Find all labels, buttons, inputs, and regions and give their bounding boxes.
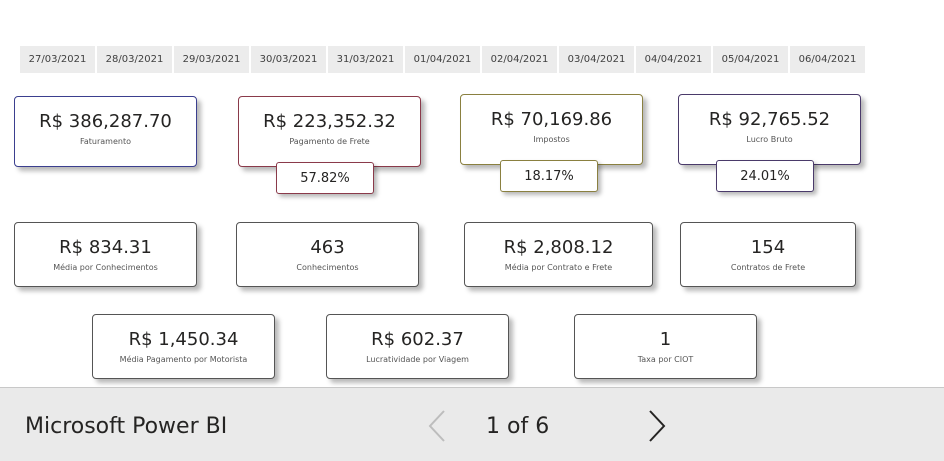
kpi-card-conhecimentos: 463 Conhecimentos — [236, 222, 419, 287]
chevron-left-icon — [428, 410, 445, 442]
kpi-label: Lucro Bruto — [746, 134, 793, 144]
date-chip[interactable]: 31/03/2021 — [328, 46, 403, 73]
kpi-value: R$ 602.37 — [371, 329, 464, 351]
kpi-card-media-pagamento-motorista: R$ 1,450.34 Média Pagamento por Motorist… — [92, 314, 275, 379]
kpi-label: Média Pagamento por Motorista — [119, 354, 248, 364]
date-chip[interactable]: 04/04/2021 — [636, 46, 711, 73]
kpi-card-contratos-frete: 154 Contratos de Frete — [680, 222, 856, 287]
date-slicer: 27/03/2021 28/03/2021 29/03/2021 30/03/2021… — [20, 46, 865, 73]
kpi-card-taxa-ciot: 1 Taxa por CIOT — [574, 314, 757, 379]
kpi-value: R$ 834.31 — [59, 237, 152, 259]
next-page-button[interactable] — [642, 408, 672, 444]
kpi-card-media-contrato-frete: R$ 2,808.12 Média por Contrato e Frete — [464, 222, 653, 287]
kpi-label: Faturamento — [80, 136, 131, 146]
date-chip[interactable]: 03/04/2021 — [559, 46, 634, 73]
kpi-label: Contratos de Frete — [730, 262, 806, 272]
date-chip[interactable]: 28/03/2021 — [97, 46, 172, 73]
kpi-card-media-conhecimentos: R$ 834.31 Média por Conhecimentos — [14, 222, 197, 287]
percent-badge-impostos: 18.17% — [500, 160, 598, 192]
percent-badge-pagamento-frete: 57.82% — [276, 162, 374, 194]
kpi-value: 1 — [659, 329, 672, 351]
previous-page-button[interactable] — [422, 408, 452, 444]
kpi-value: 463 — [310, 237, 345, 259]
brand-label: Microsoft Power BI — [25, 414, 228, 439]
kpi-label: Impostos — [533, 134, 570, 144]
kpi-label: Lucratividade por Viagem — [366, 354, 469, 364]
kpi-label: Pagamento de Frete — [289, 136, 370, 146]
kpi-card-pagamento-frete: R$ 223,352.32 Pagamento de Frete — [238, 96, 421, 167]
date-chip[interactable]: 27/03/2021 — [20, 46, 95, 73]
date-chip[interactable]: 01/04/2021 — [405, 46, 480, 73]
kpi-label: Média por Conhecimentos — [53, 262, 158, 272]
powerbi-footer: Microsoft Power BI 1 of 6 — [0, 387, 944, 461]
kpi-value: 154 — [750, 237, 786, 259]
date-chip[interactable]: 30/03/2021 — [251, 46, 326, 73]
kpi-card-impostos: R$ 70,169.86 Impostos — [460, 94, 643, 165]
kpi-value: R$ 223,352.32 — [263, 111, 396, 133]
page-indicator: 1 of 6 — [486, 414, 550, 439]
percent-badge-lucro-bruto: 24.01% — [716, 160, 814, 192]
date-chip[interactable]: 29/03/2021 — [174, 46, 249, 73]
date-chip[interactable]: 06/04/2021 — [790, 46, 865, 73]
kpi-label: Taxa por CIOT — [637, 354, 694, 364]
kpi-value: R$ 1,450.34 — [128, 329, 239, 351]
kpi-card-lucro-bruto: R$ 92,765.52 Lucro Bruto — [678, 94, 861, 165]
kpi-card-faturamento: R$ 386,287.70 Faturamento — [14, 96, 197, 167]
kpi-value: R$ 2,808.12 — [503, 237, 614, 259]
date-chip[interactable]: 02/04/2021 — [482, 46, 557, 73]
kpi-label: Média por Contrato e Frete — [504, 262, 613, 272]
kpi-value: R$ 92,765.52 — [708, 109, 831, 131]
chevron-right-icon — [649, 410, 666, 442]
kpi-value: R$ 386,287.70 — [39, 111, 172, 133]
date-chip[interactable]: 05/04/2021 — [713, 46, 788, 73]
kpi-label: Conhecimentos — [296, 262, 359, 272]
kpi-card-lucratividade-viagem: R$ 602.37 Lucratividade por Viagem — [326, 314, 509, 379]
kpi-value: R$ 70,169.86 — [490, 109, 613, 131]
